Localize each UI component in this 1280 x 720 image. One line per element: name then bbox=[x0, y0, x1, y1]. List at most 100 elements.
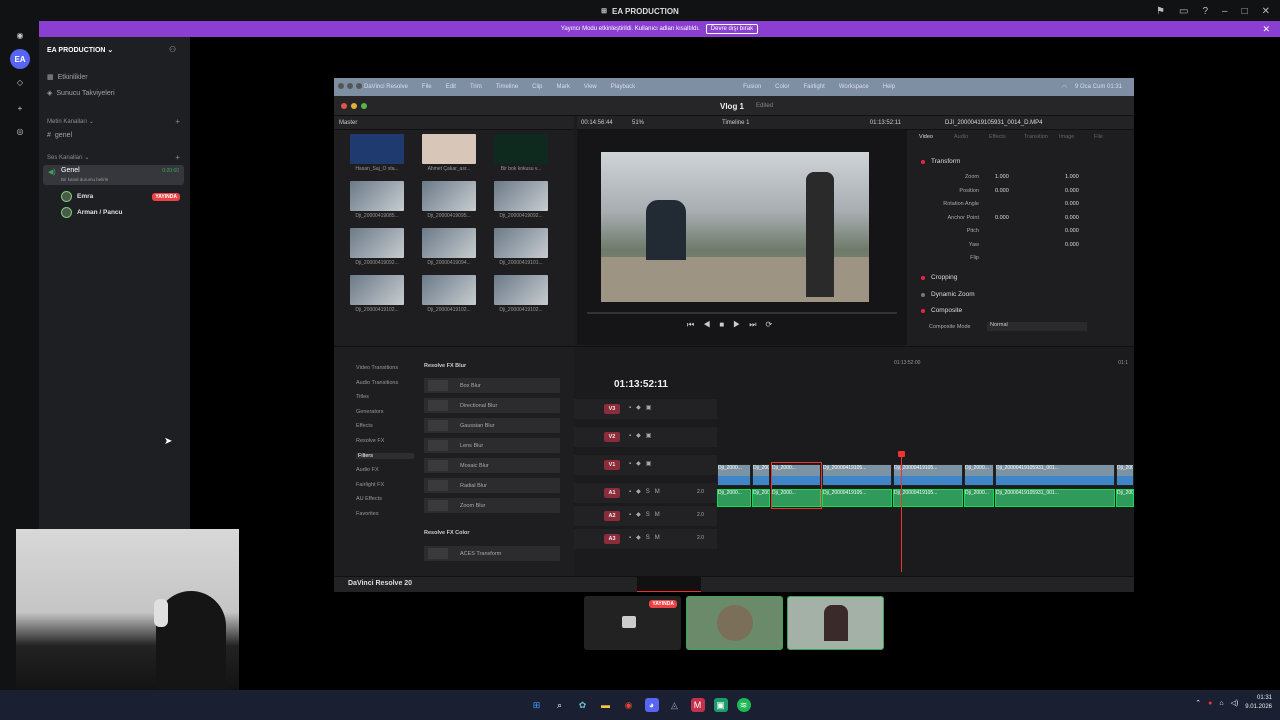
menu-timeline[interactable]: Timeline bbox=[496, 84, 518, 90]
section-dot[interactable] bbox=[921, 292, 925, 297]
help-icon[interactable]: ? bbox=[1202, 6, 1208, 17]
screen-icon[interactable]: ▭ bbox=[1179, 6, 1188, 17]
fx-category[interactable]: Video Transitions bbox=[356, 365, 398, 371]
chevron-up-icon[interactable]: ⌃ bbox=[1195, 699, 1201, 707]
transform-x-value[interactable]: 0.000 bbox=[995, 188, 1009, 194]
fx-category[interactable]: AU Effects bbox=[356, 496, 382, 502]
fx-item[interactable]: Directional Blur bbox=[424, 398, 560, 413]
fx-category[interactable]: Titles bbox=[356, 394, 369, 400]
discover-icon[interactable]: ◎ bbox=[10, 121, 30, 141]
track-controls[interactable]: ▪◆SM bbox=[629, 488, 665, 495]
media-thumbnail[interactable] bbox=[350, 134, 404, 164]
taskbar-clock[interactable]: 01:31 9.01.2026 bbox=[1245, 694, 1272, 712]
stream-tile-user-1[interactable] bbox=[686, 596, 783, 650]
audio-clip[interactable]: Dji_2000... bbox=[752, 489, 770, 507]
stream-tile-user-2[interactable] bbox=[787, 596, 884, 650]
voice-user-emra[interactable]: Emra bbox=[61, 191, 93, 202]
voice-category[interactable]: Ses Kanalları ⌄ bbox=[47, 154, 89, 161]
track-label[interactable]: A2 bbox=[604, 511, 620, 521]
copilot-icon[interactable]: ✿ bbox=[576, 698, 590, 712]
tray-app-icon[interactable]: ● bbox=[1208, 700, 1212, 707]
sidebar-item-events[interactable]: ▦ Etkinlikler bbox=[47, 73, 88, 82]
track-label[interactable]: A1 bbox=[604, 488, 620, 498]
track-controls[interactable]: ▪◆▣ bbox=[629, 460, 656, 467]
menu-color[interactable]: Color bbox=[775, 84, 789, 90]
network-icon[interactable]: ⌂ bbox=[1219, 700, 1223, 707]
menu-file[interactable]: File bbox=[422, 84, 432, 90]
transform-section[interactable]: Transform bbox=[931, 158, 960, 165]
composite-mode-select[interactable]: Normal bbox=[987, 322, 1087, 331]
channel-genel[interactable]: # genel bbox=[47, 132, 72, 139]
fx-item[interactable]: Gaussian Blur bbox=[424, 418, 560, 433]
media-thumbnail[interactable] bbox=[422, 275, 476, 305]
video-clip[interactable]: Dji_2000... bbox=[1116, 464, 1134, 486]
audio-clip[interactable]: Dji_2000... bbox=[1116, 489, 1134, 507]
fx-category[interactable]: Audio FX bbox=[356, 467, 379, 473]
mail-icon[interactable]: M bbox=[690, 698, 705, 712]
spotify-icon[interactable]: ≋ bbox=[736, 698, 751, 712]
media-thumbnail[interactable] bbox=[494, 134, 548, 164]
menu-trim[interactable]: Trim bbox=[470, 84, 482, 90]
inspector-section[interactable]: Cropping bbox=[931, 274, 957, 281]
enabled-dot[interactable] bbox=[921, 160, 925, 164]
invite-people-icon[interactable]: ⚇ bbox=[169, 45, 176, 54]
start-icon[interactable]: ⊞ bbox=[530, 698, 544, 712]
fx-category[interactable]: Effects bbox=[356, 423, 373, 429]
transform-x-value[interactable]: 0.000 bbox=[995, 215, 1009, 221]
menu-mark[interactable]: Mark bbox=[557, 84, 570, 90]
menu-davinci[interactable]: DaVinci Resolve bbox=[364, 84, 408, 90]
inspector-section[interactable]: Composite bbox=[931, 307, 962, 314]
transform-y-value[interactable]: 0.000 bbox=[1065, 188, 1079, 194]
fx-item[interactable]: Zoom Blur bbox=[424, 498, 560, 513]
transform-x-value[interactable]: 1.000 bbox=[995, 174, 1009, 180]
media-thumbnail[interactable] bbox=[494, 181, 548, 211]
screen-share-resolve[interactable]: DaVinci Resolve File Edit Trim Timeline … bbox=[334, 78, 1134, 592]
inspector-section[interactable]: Dynamic Zoom bbox=[931, 291, 975, 298]
section-dot[interactable] bbox=[921, 276, 925, 280]
fx-category[interactable]: Generators bbox=[356, 409, 384, 415]
minimize-button[interactable]: – bbox=[1222, 6, 1228, 17]
disable-streamer-mode-button[interactable]: Devre dışı bırak bbox=[705, 24, 759, 34]
menu-fusion[interactable]: Fusion bbox=[743, 84, 761, 90]
scrubber[interactable] bbox=[587, 312, 897, 314]
edit-page-tab[interactable] bbox=[637, 577, 701, 592]
zoom-dot[interactable] bbox=[361, 103, 367, 109]
media-thumbnail[interactable] bbox=[422, 181, 476, 211]
menu-help[interactable]: Help bbox=[883, 84, 895, 90]
playhead-handle[interactable] bbox=[898, 451, 905, 457]
search-icon[interactable]: ⌕ bbox=[553, 698, 567, 712]
transform-y-value[interactable]: 0.000 bbox=[1065, 228, 1079, 234]
text-category[interactable]: Metin Kanalları ⌄ bbox=[47, 118, 94, 125]
media-thumbnail[interactable] bbox=[350, 275, 404, 305]
fx-item[interactable]: Radial Blur bbox=[424, 478, 560, 493]
menu-view[interactable]: View bbox=[584, 84, 597, 90]
video-clip[interactable]: Dji_2000... bbox=[717, 464, 751, 486]
inspector-tab[interactable]: Effects bbox=[989, 134, 1006, 140]
playhead[interactable] bbox=[901, 454, 902, 572]
voice-user-arman[interactable]: Arman / Pancu bbox=[61, 207, 123, 218]
resolve-icon[interactable]: ◬ bbox=[668, 698, 682, 712]
transform-y-value[interactable]: 0.000 bbox=[1065, 201, 1079, 207]
section-dot[interactable] bbox=[921, 309, 925, 313]
close-notice-icon[interactable]: ✕ bbox=[1262, 24, 1270, 35]
chrome-icon[interactable]: ◉ bbox=[622, 698, 636, 712]
server-icon-ea[interactable]: EA bbox=[10, 49, 30, 69]
server-name[interactable]: EA PRODUCTION ⌄ bbox=[47, 46, 113, 54]
media-thumbnail[interactable] bbox=[494, 275, 548, 305]
volume-icon[interactable]: ◁) bbox=[1231, 699, 1239, 707]
close-window-button[interactable]: ✕ bbox=[1262, 6, 1270, 17]
video-clip[interactable]: Dji_20000419105... bbox=[893, 464, 963, 486]
video-clip[interactable]: Dji_2000... bbox=[752, 464, 770, 486]
media-thumbnail[interactable] bbox=[350, 181, 404, 211]
menu-workspace[interactable]: Workspace bbox=[839, 84, 869, 90]
server-icon-2[interactable]: ◇ bbox=[10, 72, 30, 92]
inspector-tab[interactable]: Transition bbox=[1024, 134, 1048, 140]
add-text-channel-icon[interactable]: + bbox=[175, 117, 180, 126]
fx-item[interactable]: Lens Blur bbox=[424, 438, 560, 453]
transform-y-value[interactable]: 0.000 bbox=[1065, 242, 1079, 248]
audio-clip[interactable]: Dji_20000419105... bbox=[822, 489, 892, 507]
video-clip[interactable]: Dji_20000419105... bbox=[822, 464, 892, 486]
menu-playback[interactable]: Playback bbox=[611, 84, 635, 90]
inbox-icon[interactable]: ⚑ bbox=[1156, 6, 1165, 17]
track-label[interactable]: V3 bbox=[604, 404, 620, 414]
